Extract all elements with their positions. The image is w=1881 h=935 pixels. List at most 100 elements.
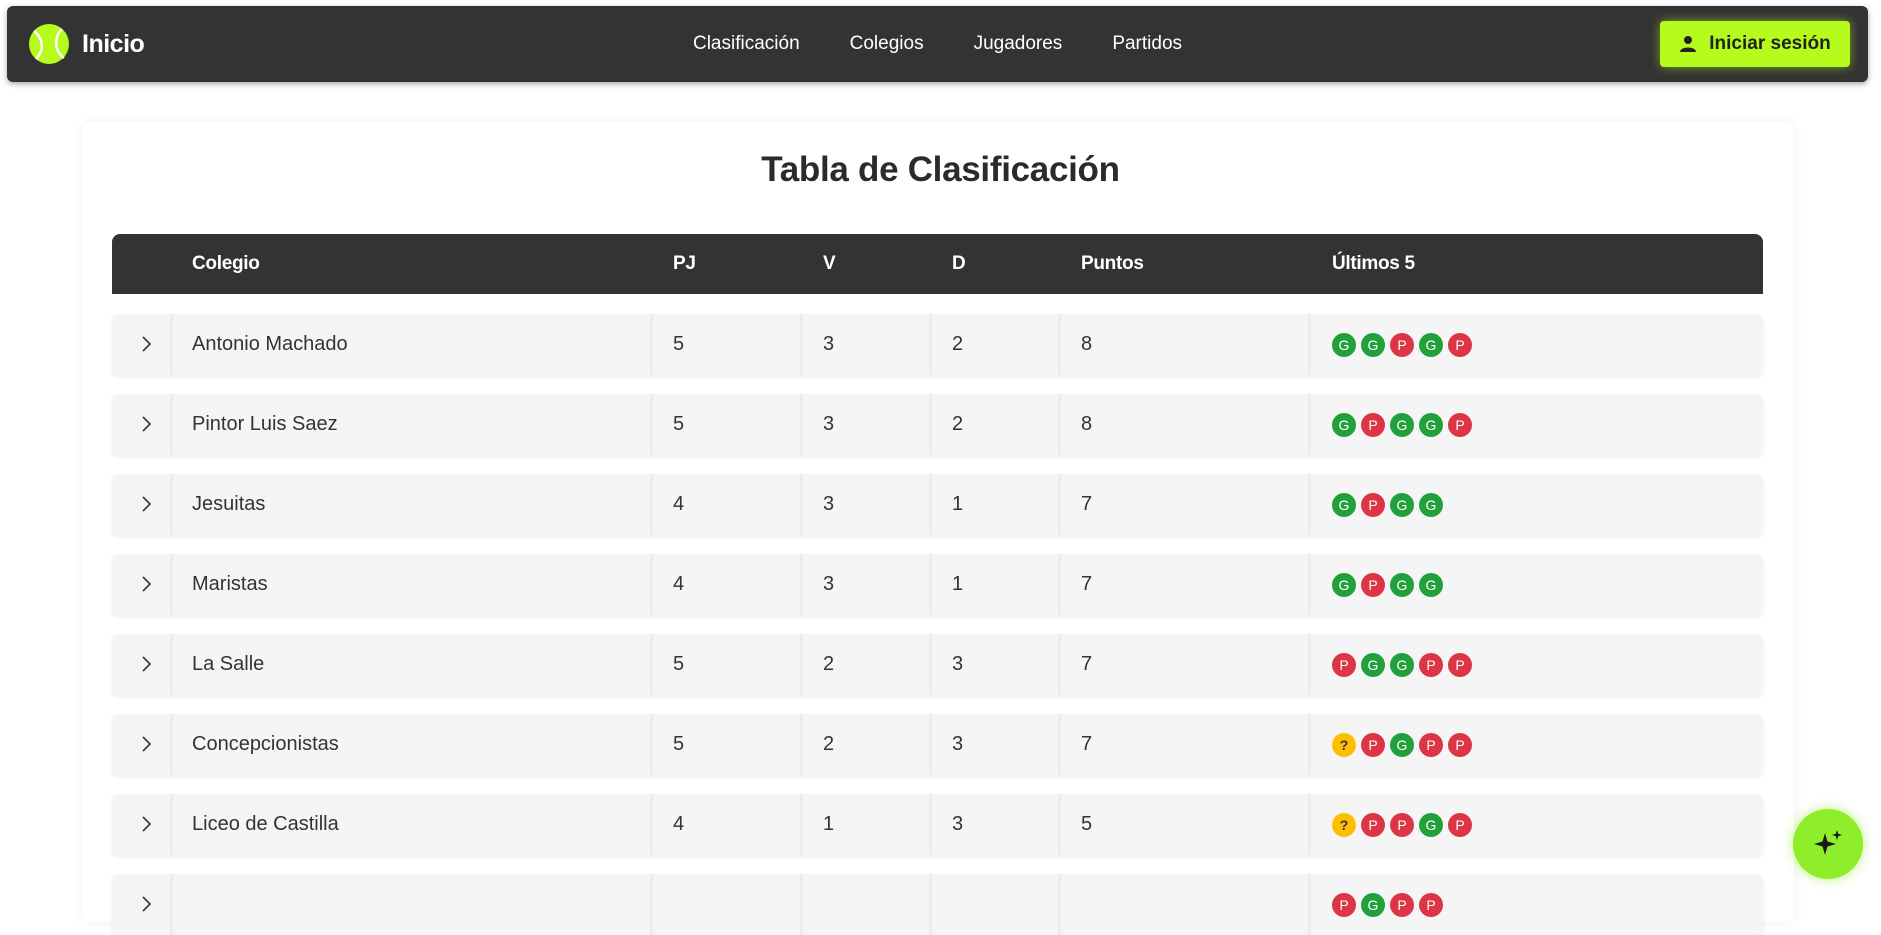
result-loss-badge: P <box>1361 493 1385 517</box>
cell-points: 8 <box>1081 413 1093 435</box>
cell-divider <box>1308 714 1311 775</box>
cell-points: 7 <box>1081 733 1093 755</box>
table-row[interactable]: Maristas 4 3 1 7 G P G G <box>112 554 1763 615</box>
chevron-right-icon[interactable] <box>136 654 156 674</box>
result-pending-badge: ? <box>1332 733 1356 757</box>
cell-divider <box>650 394 653 455</box>
cell-v: 3 <box>823 333 835 355</box>
nav-link-clasificacion[interactable]: Clasificación <box>693 33 800 55</box>
table-row[interactable]: La Salle 5 2 3 7 P G G P P <box>112 634 1763 695</box>
cell-divider <box>1058 794 1061 855</box>
cell-school: Maristas <box>192 573 268 595</box>
result-loss-badge: P <box>1390 813 1414 837</box>
cell-divider <box>1058 634 1061 695</box>
cell-pj: 4 <box>673 493 685 515</box>
chevron-right-icon[interactable] <box>136 494 156 514</box>
result-win-badge: G <box>1419 333 1443 357</box>
result-win-badge: G <box>1361 333 1385 357</box>
cell-divider <box>170 714 173 775</box>
top-navbar: Inicio Clasificación Colegios Jugadores … <box>7 6 1868 82</box>
cell-divider <box>1308 394 1311 455</box>
cell-divider <box>1308 554 1311 615</box>
cell-divider <box>800 474 803 535</box>
cell-divider <box>650 794 653 855</box>
last-five-results: ? P G P P <box>1332 733 1472 757</box>
result-win-badge: G <box>1332 493 1356 517</box>
chevron-right-icon[interactable] <box>136 894 156 914</box>
cell-divider <box>1308 634 1311 695</box>
login-button[interactable]: Iniciar sesión <box>1660 21 1850 67</box>
table-row[interactable]: Liceo de Castilla 4 1 3 5? P P G P <box>112 794 1763 855</box>
table-row[interactable]: Concepcionistas 5 2 3 7? P G P P <box>112 714 1763 775</box>
cell-v: 2 <box>823 733 835 755</box>
cell-divider <box>929 794 932 855</box>
cell-divider <box>929 714 932 775</box>
cell-d: 3 <box>952 813 964 835</box>
result-win-badge: G <box>1419 413 1443 437</box>
header-points: Puntos <box>1081 253 1144 274</box>
last-five-results: GGPGP <box>1332 333 1472 357</box>
cell-d: 1 <box>952 493 964 515</box>
result-win-badge: G <box>1361 653 1385 677</box>
nav-link-colegios[interactable]: Colegios <box>850 33 924 55</box>
cell-school: La Salle <box>192 653 265 675</box>
cell-v: 3 <box>823 493 835 515</box>
result-win-badge: G <box>1332 573 1356 597</box>
cell-v: 2 <box>823 653 835 675</box>
cell-divider <box>1058 874 1061 935</box>
cell-divider <box>650 634 653 695</box>
cell-pj: 4 <box>673 573 685 595</box>
cell-divider <box>170 314 173 375</box>
cell-divider <box>929 874 932 935</box>
table-row[interactable]: Jesuitas 4 3 1 7 G P G G <box>112 474 1763 535</box>
cell-v: 1 <box>823 813 835 835</box>
result-win-badge: G <box>1390 573 1414 597</box>
cell-d: 3 <box>952 733 964 755</box>
cell-school: Pintor Luis Saez <box>192 413 338 435</box>
result-loss-badge: P <box>1361 813 1385 837</box>
cell-divider <box>800 314 803 375</box>
cell-school: Concepcionistas <box>192 733 339 755</box>
result-pending-badge: ? <box>1332 813 1356 837</box>
cell-divider <box>1308 794 1311 855</box>
cell-divider <box>1308 474 1311 535</box>
chevron-right-icon[interactable] <box>136 414 156 434</box>
cell-divider <box>170 394 173 455</box>
table-row[interactable]: Pintor Luis Saez 5 3 2 8 G P G G P <box>112 394 1763 455</box>
cell-divider <box>929 314 932 375</box>
result-win-badge: G <box>1390 733 1414 757</box>
table-row[interactable]: PGPP <box>112 874 1763 935</box>
nav-link-jugadores[interactable]: Jugadores <box>974 33 1063 55</box>
cell-divider <box>800 874 803 935</box>
chevron-right-icon[interactable] <box>136 334 156 354</box>
cell-divider <box>650 874 653 935</box>
brand-home-link[interactable]: Inicio <box>28 23 145 65</box>
cell-d: 2 <box>952 333 964 355</box>
cell-divider <box>929 394 932 455</box>
result-win-badge: G <box>1390 653 1414 677</box>
chevron-right-icon[interactable] <box>136 734 156 754</box>
cell-d: 1 <box>952 573 964 595</box>
cell-v: 3 <box>823 573 835 595</box>
table-row[interactable]: Antonio Machado 5 3 2 8 G G P G P <box>112 314 1763 375</box>
chevron-right-icon[interactable] <box>136 814 156 834</box>
cell-divider <box>650 554 653 615</box>
chevron-right-icon[interactable] <box>136 574 156 594</box>
cell-divider <box>170 474 173 535</box>
main-nav: Clasificación Colegios Jugadores Partido… <box>7 6 1868 82</box>
cell-school: Jesuitas <box>192 493 266 515</box>
cell-d: 3 <box>952 653 964 675</box>
nav-link-partidos[interactable]: Partidos <box>1112 33 1182 55</box>
cell-divider <box>1058 554 1061 615</box>
cell-points: 7 <box>1081 493 1093 515</box>
cell-divider <box>800 634 803 695</box>
header-last5: Últimos 5 <box>1332 253 1415 274</box>
result-loss-badge: P <box>1419 653 1443 677</box>
cell-divider <box>1058 474 1061 535</box>
cell-divider <box>800 394 803 455</box>
ai-assistant-fab[interactable] <box>1793 809 1863 879</box>
result-loss-badge: P <box>1390 893 1414 917</box>
header-v: V <box>823 253 836 274</box>
cell-divider <box>1308 314 1311 375</box>
result-loss-badge: P <box>1390 333 1414 357</box>
